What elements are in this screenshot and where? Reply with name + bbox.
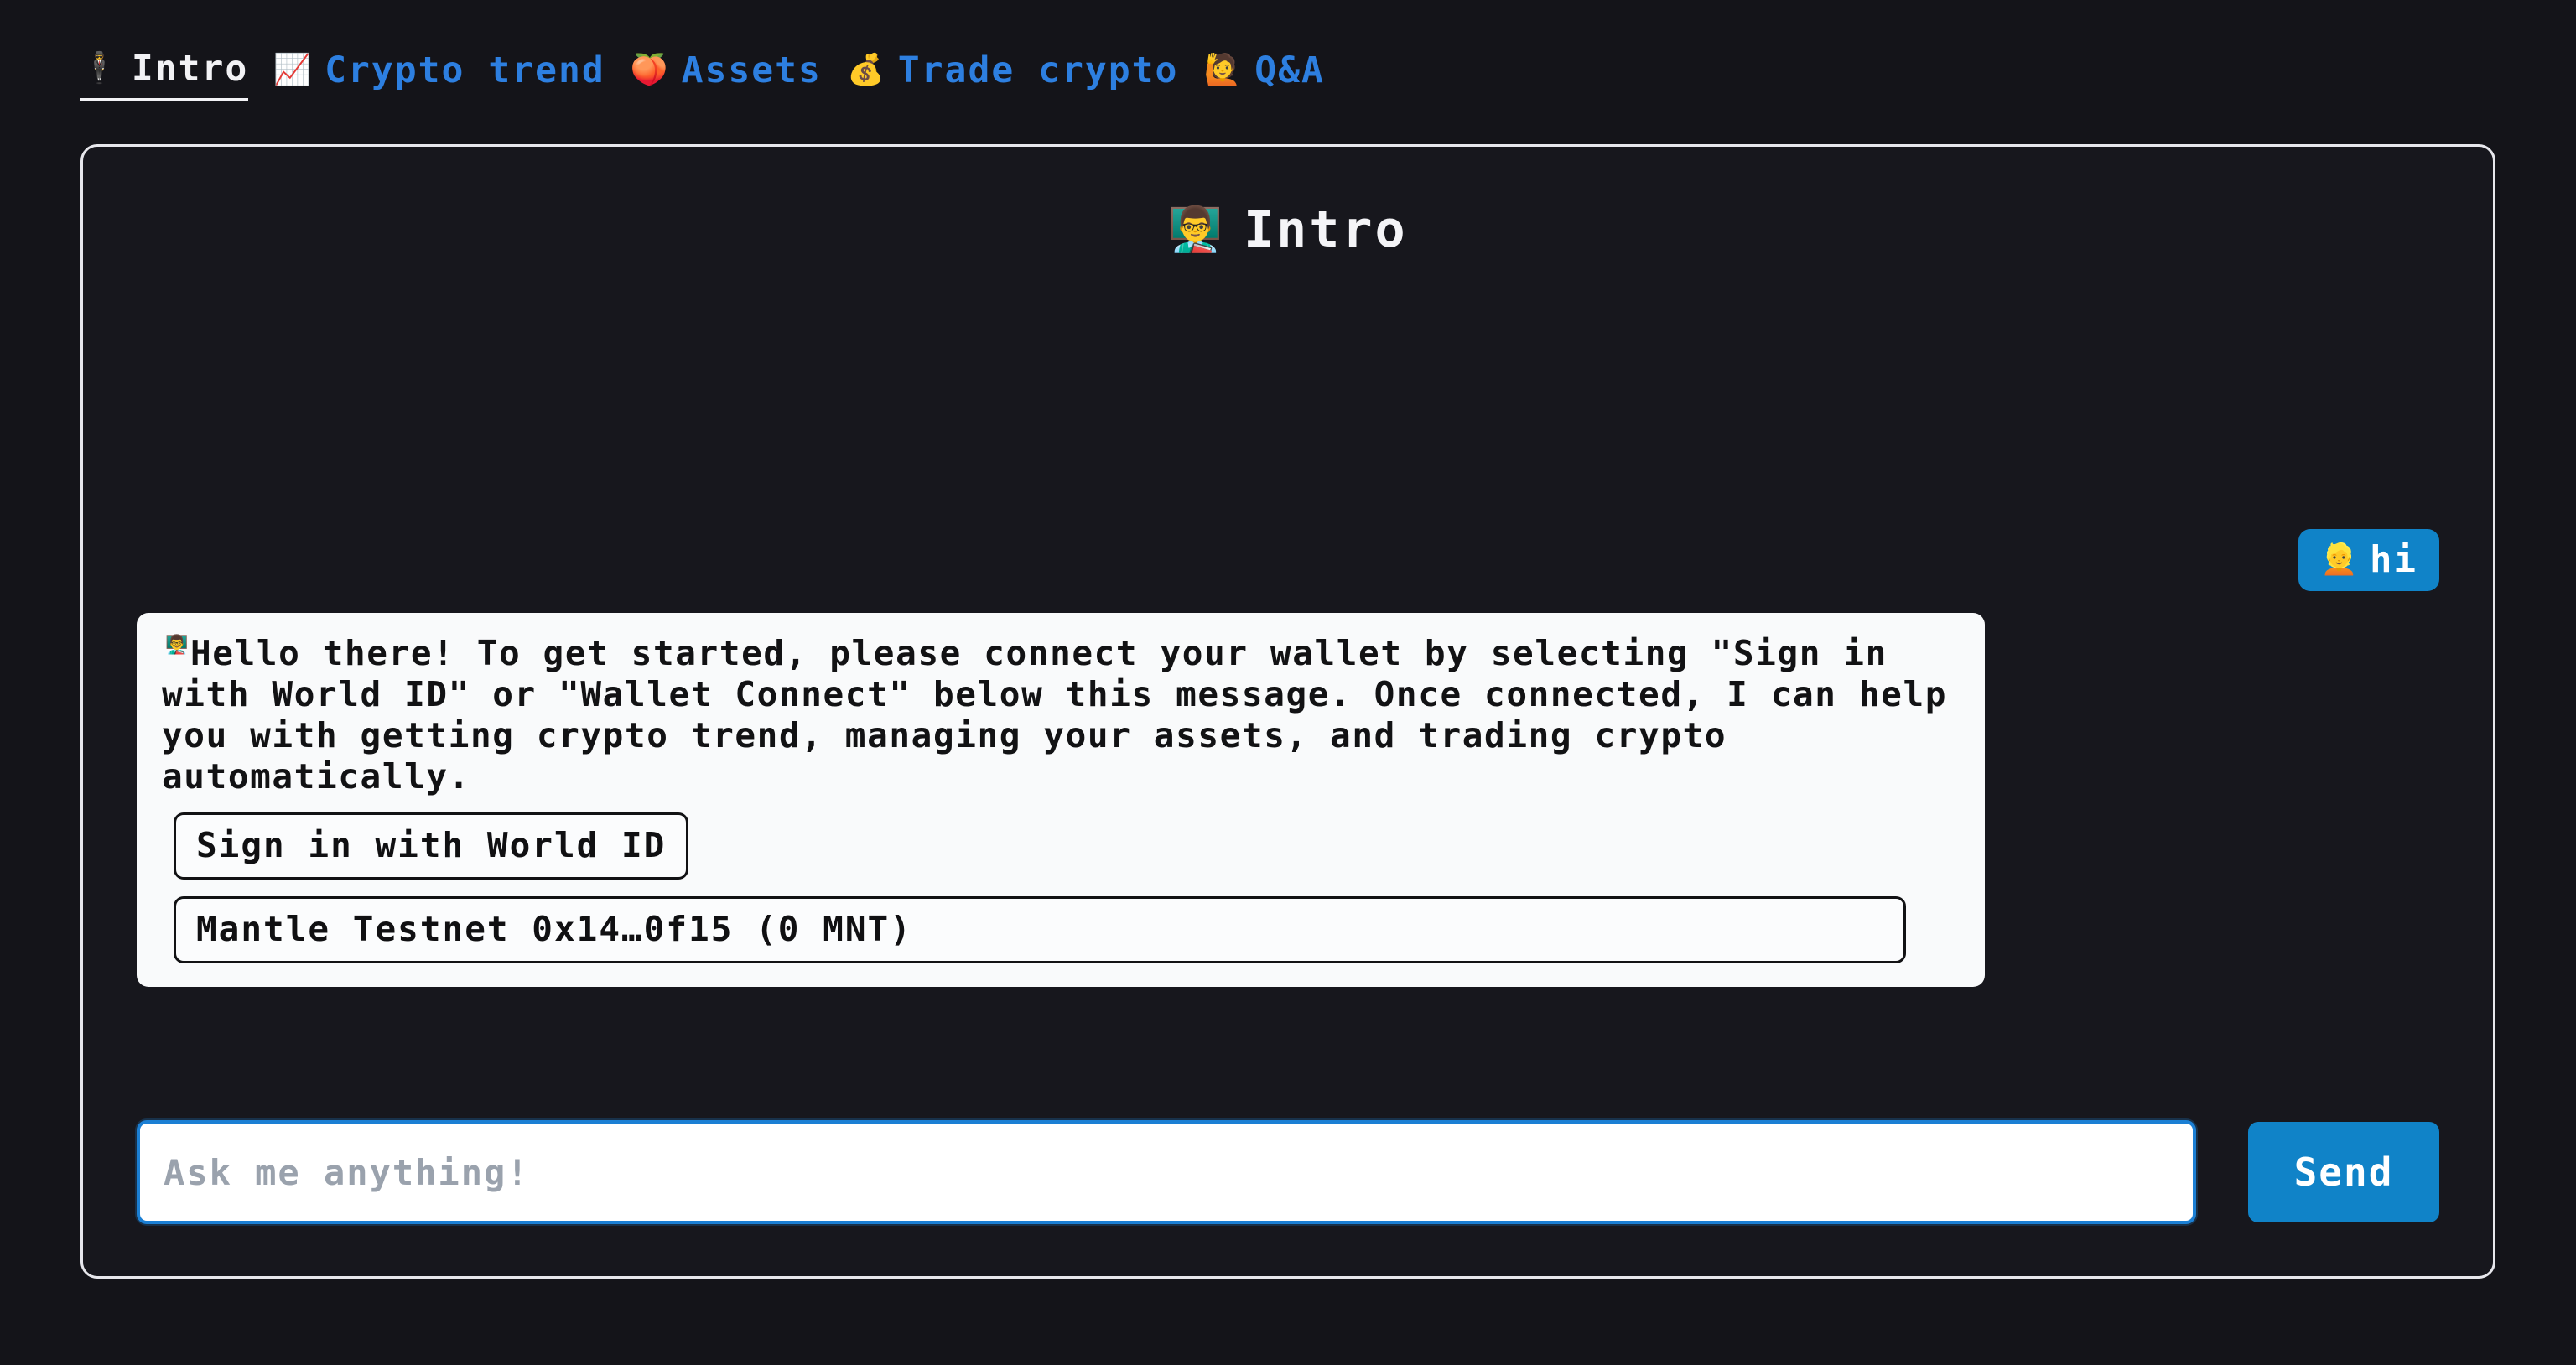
page-title: 👨‍🏫 Intro <box>137 199 2439 261</box>
money-bag-icon: 💰 <box>846 53 886 87</box>
assistant-message-text: Hello there! To get started, please conn… <box>162 633 1970 797</box>
person-in-suit-icon: 🕴️ <box>80 51 120 86</box>
person-raising-hand-icon: 🙋 <box>1203 53 1244 87</box>
peach-icon: 🍑 <box>630 53 670 87</box>
message-bubble-user: 👱 hi <box>2298 529 2439 592</box>
nav-item-qa[interactable]: 🙋 Q&A <box>1203 48 1325 100</box>
send-button[interactable]: Send <box>2248 1122 2439 1222</box>
nav-item-crypto-trend[interactable]: 📈 Crypto trend <box>273 48 605 100</box>
chart-increasing-icon: 📈 <box>273 53 314 87</box>
app-root: 🕴️ Intro 📈 Crypto trend 🍑 Assets 💰 Trade… <box>0 0 2576 1365</box>
teacher-icon: 👨‍🏫 <box>1168 205 1226 255</box>
wallet-connect-button[interactable]: Mantle Testnet 0x14…0f15 (0 MNT) <box>174 896 1906 963</box>
teacher-icon: 👨‍🏫 <box>165 635 189 656</box>
nav-item-trade-crypto[interactable]: 💰 Trade crypto <box>847 48 1179 100</box>
nav-item-crypto-trend-label: Crypto trend <box>325 49 605 91</box>
chat-panel: 👨‍🏫 Intro 👱 hi 👨‍🏫 Hello there! To get s… <box>80 144 2496 1279</box>
message-bubble-assistant: 👨‍🏫 Hello there! To get started, please … <box>137 613 1985 987</box>
nav-item-assets[interactable]: 🍑 Assets <box>631 48 822 100</box>
message-composer: Send <box>137 1120 2439 1224</box>
nav-item-trade-crypto-label: Trade crypto <box>897 49 1179 91</box>
sign-in-world-id-button[interactable]: Sign in with World ID <box>174 812 689 880</box>
user-message-text: hi <box>2370 538 2418 581</box>
nav-item-intro-label: Intro <box>131 48 249 90</box>
nav-item-intro[interactable]: 🕴️ Intro <box>80 46 249 101</box>
chat-input[interactable] <box>137 1120 2196 1224</box>
wallet-actions: Sign in with World ID Mantle Testnet 0x1… <box>162 812 1960 963</box>
nav-item-assets-label: Assets <box>681 49 822 91</box>
nav-item-qa-label: Q&A <box>1254 49 1325 91</box>
page-title-label: Intro <box>1244 200 1408 259</box>
main-navigation: 🕴️ Intro 📈 Crypto trend 🍑 Assets 💰 Trade… <box>80 0 2496 101</box>
blond-person-icon: 👱 <box>2320 542 2360 578</box>
message-list: 👱 hi 👨‍🏫 Hello there! To get started, pl… <box>137 293 2439 1120</box>
